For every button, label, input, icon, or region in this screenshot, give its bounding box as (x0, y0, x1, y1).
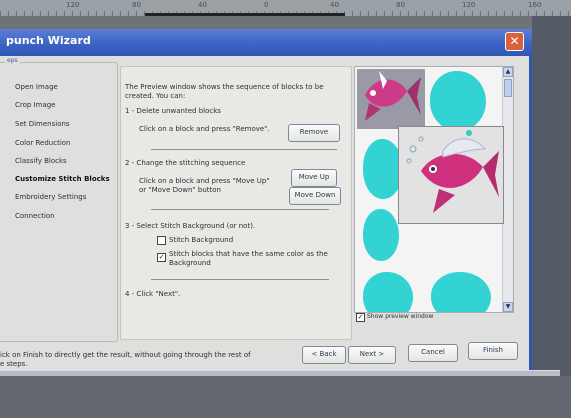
stitch-same-color-label: Stitch blocks that have the same color a… (169, 250, 328, 258)
intro-text: created. You can: (125, 92, 186, 100)
back-button[interactable]: < Back (302, 346, 346, 364)
step1-title: 1 - Delete unwanted blocks (125, 107, 221, 115)
cyan-block[interactable] (431, 272, 491, 312)
fish-zoom-icon (399, 127, 503, 223)
stitch-same-color-label: Background (169, 259, 211, 267)
stitch-background-label: Stitch Background (169, 236, 234, 244)
ruler-label: 80 (132, 1, 141, 9)
selected-block[interactable] (357, 69, 425, 129)
step4-title: 4 - Click "Next". (125, 290, 181, 298)
step-embroidery-settings: Embroidery Settings (15, 193, 87, 201)
stitch-background-checkbox[interactable] (157, 236, 166, 245)
step-crop-image: Crop Image (15, 101, 56, 109)
steps-legend: eps (5, 57, 20, 64)
ruler-label: 40 (198, 1, 207, 9)
scroll-up-button[interactable]: ▲ (503, 67, 513, 77)
step-customize-stitch-blocks: Customize Stitch Blocks (15, 175, 110, 183)
intro-text: The Preview window shows the sequence of… (125, 83, 324, 91)
background-strip (0, 16, 532, 29)
step2-text: or "Move Down" button (139, 186, 221, 194)
step-color-reduction: Color Reduction (15, 139, 71, 147)
ruler-label: 40 (330, 1, 339, 9)
step2-text: Click on a block and press "Move Up" (139, 177, 270, 185)
cyan-block[interactable] (363, 139, 403, 199)
finish-note: e steps. (0, 360, 28, 368)
screen-bezel (532, 16, 571, 378)
show-preview-label: Show preview window (367, 313, 434, 320)
next-button[interactable]: Next > (348, 346, 396, 364)
window-title: punch Wizard (6, 34, 91, 47)
separator (151, 279, 329, 280)
steps-panel: eps Open Image Crop Image Set Dimensions… (0, 57, 118, 342)
cyan-block[interactable] (363, 209, 399, 261)
ruler-label: 0 (264, 1, 269, 9)
move-down-button[interactable]: Move Down (289, 187, 341, 205)
ruler: 120 80 40 0 40 80 120 160 (0, 0, 571, 16)
step-classify-blocks: Classify Blocks (15, 157, 67, 165)
remove-button[interactable]: Remove (288, 124, 340, 142)
ruler-label: 80 (396, 1, 405, 9)
window-titlebar[interactable]: punch Wizard ✕ (0, 29, 532, 56)
fish-block-icon (365, 71, 421, 121)
desk-background (0, 376, 571, 418)
step-set-dimensions: Set Dimensions (15, 120, 70, 128)
step-connection: Connection (15, 212, 55, 220)
scroll-down-button[interactable]: ▼ (503, 302, 513, 312)
separator (151, 149, 337, 150)
cyan-block[interactable] (430, 71, 486, 131)
instructions-panel: The Preview window shows the sequence of… (120, 66, 352, 340)
finish-button[interactable]: Finish (468, 342, 518, 360)
wizard-dialog: eps Open Image Crop Image Set Dimensions… (0, 56, 532, 376)
step3-title: 3 - Select Stitch Background (or not). (125, 222, 256, 230)
show-preview-checkbox[interactable]: ✓ (356, 313, 365, 322)
step2-title: 2 - Change the stitching sequence (125, 159, 246, 167)
ruler-label: 160 (528, 1, 542, 9)
move-up-button[interactable]: Move Up (291, 169, 337, 187)
finish-note: ick on Finish to directly get the result… (0, 351, 251, 359)
stitch-same-color-checkbox[interactable]: ✓ (157, 253, 166, 262)
separator (151, 209, 329, 210)
cancel-button[interactable]: Cancel (408, 344, 458, 362)
step1-text: Click on a block and press "Remove". (139, 125, 270, 133)
zoom-preview (398, 126, 504, 224)
ruler-label: 120 (462, 1, 476, 9)
step-open-image: Open Image (15, 83, 58, 91)
ruler-label: 120 (66, 1, 80, 9)
close-button[interactable]: ✕ (505, 32, 524, 51)
scroll-thumb[interactable] (504, 79, 512, 97)
cyan-block[interactable] (363, 272, 413, 312)
